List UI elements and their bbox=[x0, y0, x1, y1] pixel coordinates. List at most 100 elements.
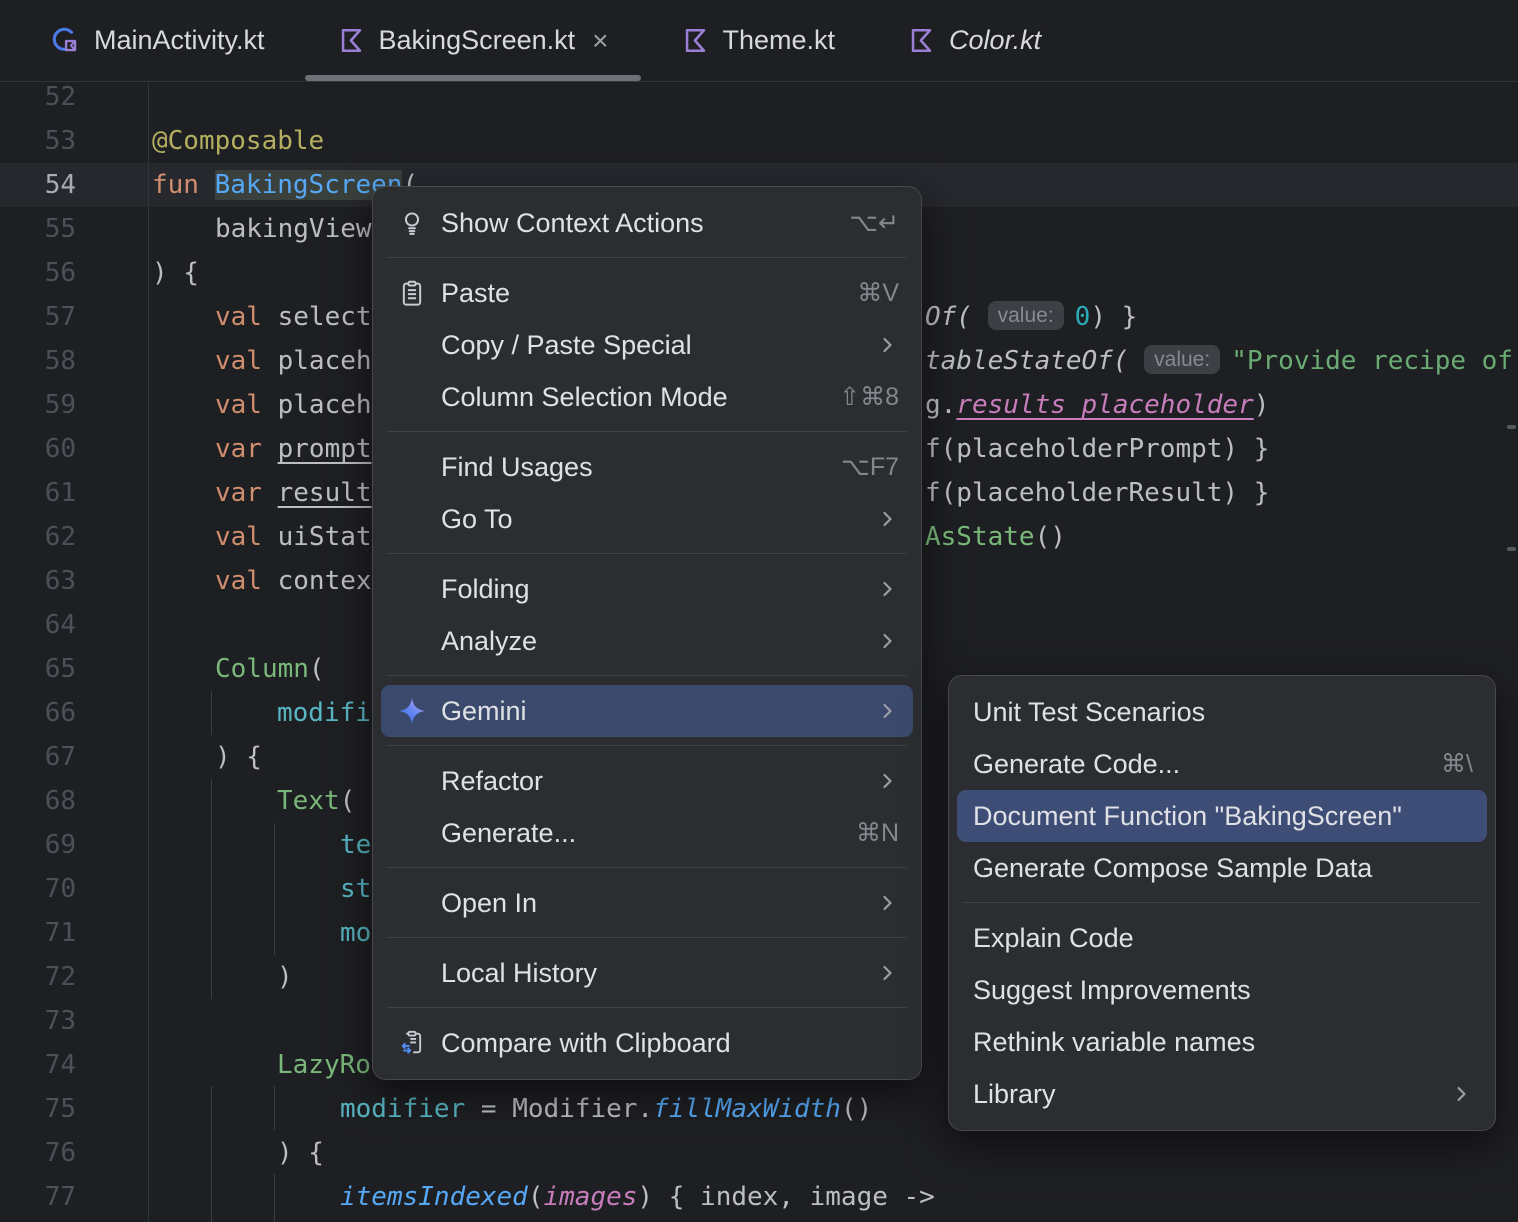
menu-item-label: Folding bbox=[441, 573, 530, 604]
menu-item-label: Analyze bbox=[441, 625, 538, 656]
line-number: 74 bbox=[44, 1050, 76, 1080]
inlay-hint: value: bbox=[1144, 345, 1221, 374]
code-token: f(placeholderPrompt) } bbox=[925, 434, 1270, 464]
chevron-right-icon bbox=[875, 891, 899, 915]
menu-item-label: Generate Code... bbox=[973, 748, 1181, 779]
menu-item-refactor[interactable]: Refactor bbox=[381, 755, 913, 807]
code-line: LazyRo bbox=[277, 1043, 371, 1087]
code-token: Text bbox=[277, 786, 340, 816]
menu-item-folding[interactable]: Folding bbox=[381, 563, 913, 615]
menu-item-label: Local History bbox=[441, 957, 598, 988]
menu-item-explain-code[interactable]: Explain Code bbox=[957, 912, 1487, 964]
menu-item-shortcut: ⌘\ bbox=[1441, 750, 1473, 778]
menu-item-column-selection-mode[interactable]: Column Selection Mode ⇧⌘8 bbox=[381, 371, 913, 423]
tab-label: MainActivity.kt bbox=[94, 25, 265, 55]
line-number: 72 bbox=[44, 962, 76, 992]
code-token: st bbox=[340, 874, 372, 904]
menu-item-generate-code[interactable]: Generate Code... ⌘\ bbox=[957, 738, 1487, 790]
code-token: ) { bbox=[277, 1138, 324, 1168]
menu-item-label: Document Function "BakingScreen" bbox=[973, 800, 1402, 831]
menu-item-shortcut: ⌘V bbox=[857, 279, 899, 307]
code-line: val select bbox=[215, 295, 372, 339]
code-line: modifi bbox=[277, 691, 371, 735]
code-token: ( bbox=[339, 786, 356, 816]
menu-item-local-history[interactable]: Local History bbox=[381, 947, 913, 999]
menu-item-unit-test-scenarios[interactable]: Unit Test Scenarios bbox=[957, 686, 1487, 738]
line-number: 60 bbox=[44, 434, 76, 464]
menu-separator bbox=[963, 902, 1481, 903]
chevron-right-icon bbox=[875, 699, 899, 723]
chevron-right-icon bbox=[875, 333, 899, 357]
menu-item-go-to[interactable]: Go To bbox=[381, 493, 913, 545]
code-token: ) { bbox=[215, 742, 262, 772]
code-token: "Provide recipe of bbox=[1231, 346, 1513, 376]
line-number: 54 bbox=[44, 170, 76, 200]
menu-item-label: Show Context Actions bbox=[441, 207, 704, 238]
menu-item-compare-with-clipboard[interactable]: Compare with Clipboard bbox=[381, 1017, 913, 1069]
code-line: Text( bbox=[277, 779, 355, 823]
tab-label: Theme.kt bbox=[722, 25, 836, 55]
line-number: 55 bbox=[44, 214, 76, 244]
menu-item-generate[interactable]: Generate... ⌘N bbox=[381, 807, 913, 859]
menu-item-label: Unit Test Scenarios bbox=[973, 696, 1206, 727]
code-token: uiStat bbox=[277, 522, 372, 552]
line-number: 68 bbox=[44, 786, 76, 816]
line-number: 57 bbox=[44, 302, 76, 332]
line-number: 61 bbox=[44, 478, 76, 508]
code-line-continuation: AsState() bbox=[925, 515, 1066, 559]
code-line: modifier = Modifier.fillMaxWidth() bbox=[340, 1087, 872, 1131]
menu-item-gemini[interactable]: Gemini bbox=[381, 685, 913, 737]
inlay-hint: value: bbox=[987, 301, 1064, 330]
code-token: fillMaxWidth bbox=[653, 1094, 841, 1124]
chevron-right-icon bbox=[875, 507, 899, 531]
menu-item-paste[interactable]: Paste ⌘V bbox=[381, 267, 913, 319]
lightbulb-icon bbox=[395, 209, 429, 237]
chevron-right-icon bbox=[875, 577, 899, 601]
menu-item-shortcut: ⌥↵ bbox=[849, 209, 899, 237]
kotlin-icon bbox=[907, 26, 936, 55]
menu-item-suggest-improvements[interactable]: Suggest Improvements bbox=[957, 964, 1487, 1016]
menu-item-document-function-bakingscreen[interactable]: Document Function "BakingScreen" bbox=[957, 790, 1487, 842]
code-line: val contex bbox=[215, 559, 372, 603]
line-number: 62 bbox=[44, 522, 76, 552]
close-icon[interactable]: × bbox=[592, 26, 608, 55]
indent-guide bbox=[274, 1086, 275, 1130]
menu-separator bbox=[387, 937, 907, 938]
code-line: ) { bbox=[215, 735, 262, 779]
menu-item-generate-compose-sample-data[interactable]: Generate Compose Sample Data bbox=[957, 842, 1487, 894]
code-token: placeh bbox=[277, 390, 372, 420]
menu-item-find-usages[interactable]: Find Usages ⌥F7 bbox=[381, 441, 913, 493]
line-number: 67 bbox=[44, 742, 76, 772]
tab-mainactivity-kt[interactable]: MainActivity.kt bbox=[14, 0, 301, 81]
code-token: ) bbox=[1253, 390, 1270, 420]
tab-bakingscreen-kt[interactable]: BakingScreen.kt × bbox=[301, 0, 645, 81]
menu-item-copy-paste-special[interactable]: Copy / Paste Special bbox=[381, 319, 913, 371]
menu-item-label: Rethink variable names bbox=[973, 1026, 1256, 1057]
menu-item-open-in[interactable]: Open In bbox=[381, 877, 913, 929]
tab-color-kt[interactable]: Color.kt bbox=[871, 0, 1077, 81]
menu-item-rethink-variable-names[interactable]: Rethink variable names bbox=[957, 1016, 1487, 1068]
code-token: images bbox=[543, 1182, 638, 1212]
code-token: () bbox=[1034, 522, 1066, 552]
code-line: st bbox=[340, 867, 371, 911]
code-token: ( bbox=[527, 1182, 544, 1212]
code-token: ( bbox=[308, 654, 325, 684]
code-token: modifi bbox=[277, 698, 371, 728]
line-number: 66 bbox=[44, 698, 76, 728]
menu-item-library[interactable]: Library bbox=[957, 1068, 1487, 1120]
menu-item-show-context-actions[interactable]: Show Context Actions ⌥↵ bbox=[381, 197, 913, 249]
code-token: 0 bbox=[1074, 302, 1091, 332]
menu-separator bbox=[387, 1007, 907, 1008]
code-token: AsState bbox=[925, 522, 1035, 552]
menu-item-analyze[interactable]: Analyze bbox=[381, 615, 913, 667]
code-token: ) } bbox=[1090, 302, 1138, 332]
code-line-continuation: f(placeholderResult) } bbox=[925, 471, 1269, 515]
code-token: val bbox=[215, 522, 278, 552]
code-token: bakingView bbox=[215, 214, 372, 244]
line-number: 56 bbox=[44, 258, 76, 288]
code-line: ) { bbox=[152, 251, 199, 295]
code-line: @Composable bbox=[152, 119, 324, 163]
code-token: f(placeholderResult) } bbox=[925, 478, 1270, 508]
tab-theme-kt[interactable]: Theme.kt bbox=[645, 0, 872, 81]
scrollbar-analysis-mark bbox=[1507, 547, 1516, 551]
